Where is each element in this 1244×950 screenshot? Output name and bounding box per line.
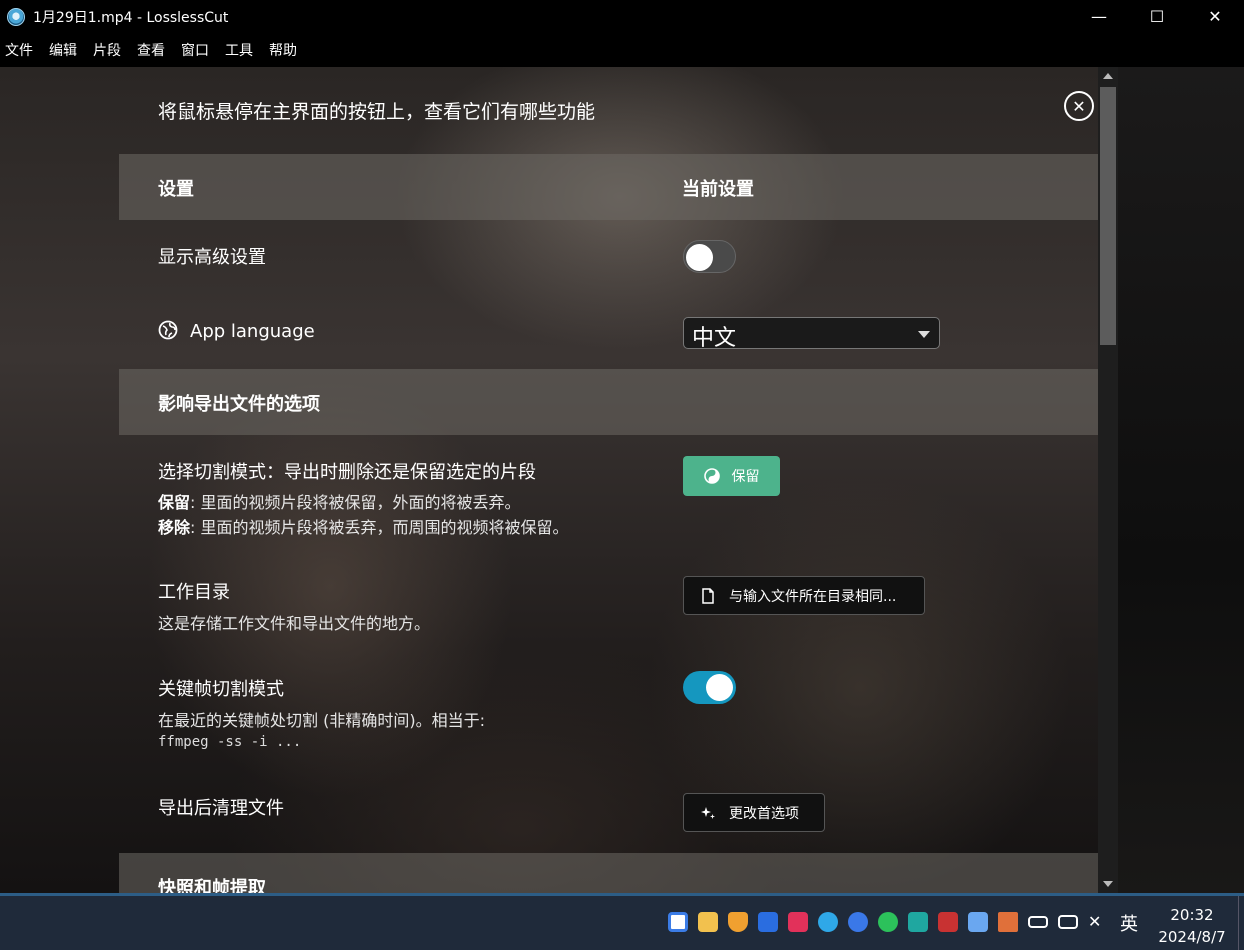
clock-date: 2024/8/7 <box>1158 928 1226 946</box>
show-desktop-button[interactable] <box>1238 896 1244 950</box>
cleanup-files-label: 导出后清理文件 <box>158 798 284 819</box>
speaker-muted-icon[interactable]: ✕ <box>1088 912 1108 932</box>
change-preferences-button[interactable]: 更改首选项 <box>683 793 825 832</box>
keep-button-label: 保留 <box>731 469 760 485</box>
snapshot-section-header: 快照和帧提取 <box>119 853 1098 893</box>
window-title: 1月29日1.mp4 - LosslessCut <box>33 9 229 26</box>
onedrive-tray-icon[interactable] <box>848 912 868 932</box>
cloud-tray-icon[interactable] <box>818 912 838 932</box>
cut-mode-keep-desc: 保留: 里面的视频片段将被保留，外面的将被丢弃。 <box>158 493 521 512</box>
battery-icon[interactable] <box>1028 916 1048 928</box>
clock-time: 20:32 <box>1170 906 1214 924</box>
cut-mode-label: 选择切割模式：导出时删除还是保留选定的片段 <box>158 462 536 483</box>
cloud-sync-tray-icon[interactable] <box>908 912 928 932</box>
bookmark-tray-icon[interactable] <box>788 912 808 932</box>
toggle-knob <box>706 674 733 701</box>
menu-file[interactable]: 文件 <box>5 40 33 60</box>
screen-capture-tray-icon[interactable] <box>938 912 958 932</box>
export-options-header: 影响导出文件的选项 <box>119 369 1098 435</box>
settings-table-header: 设置 当前设置 <box>119 154 1098 220</box>
scrollbar-thumb[interactable] <box>1100 87 1116 345</box>
work-dir-button[interactable]: 与输入文件所在目录相同... <box>683 576 925 615</box>
header-setting: 设置 <box>158 179 194 200</box>
app-language-label: App language <box>190 321 315 342</box>
app-language-row: App language <box>158 320 315 342</box>
volume-app-tray-icon[interactable] <box>998 912 1018 932</box>
settings-panel: 将鼠标悬停在主界面的按钮上，查看它们有哪些功能 ✕ 设置 当前设置 显示高级设置… <box>0 67 1244 893</box>
shield-tray-icon[interactable] <box>728 912 748 932</box>
menu-bar: 文件 编辑 片段 查看 窗口 工具 帮助 <box>0 33 1244 67</box>
language-select-value: 中文 <box>692 326 737 351</box>
keyframe-cut-command: ffmpeg -ss -i ... <box>158 734 302 750</box>
losslesscut-app-icon <box>7 7 25 26</box>
dropbox-tray-icon[interactable] <box>758 912 778 932</box>
network-app-tray-icon[interactable] <box>968 912 988 932</box>
menu-window[interactable]: 窗口 <box>181 40 209 60</box>
advanced-settings-label: 显示高级设置 <box>158 247 266 268</box>
system-tray: ✕ <box>668 912 1118 932</box>
cut-mode-remove-desc: 移除: 里面的视频片段将被丢弃，而周围的视频将被保留。 <box>158 518 569 537</box>
menu-tools[interactable]: 工具 <box>225 40 253 60</box>
scroll-up-arrow[interactable] <box>1103 73 1113 79</box>
ime-indicator[interactable]: 英 <box>1120 910 1138 936</box>
scroll-down-arrow[interactable] <box>1103 881 1113 887</box>
work-dir-button-label: 与输入文件所在目录相同... <box>729 588 897 605</box>
close-settings-button[interactable]: ✕ <box>1064 91 1094 121</box>
change-preferences-label: 更改首选项 <box>729 805 799 822</box>
keyframe-cut-label: 关键帧切割模式 <box>158 679 284 700</box>
work-dir-desc: 这是存储工作文件和导出文件的地方。 <box>158 614 431 633</box>
minimize-button[interactable]: — <box>1070 0 1128 33</box>
menu-segments[interactable]: 片段 <box>93 40 121 60</box>
toggle-knob <box>686 244 713 271</box>
yin-yang-icon <box>703 468 720 484</box>
advanced-settings-toggle[interactable] <box>683 240 736 273</box>
close-window-button[interactable]: ✕ <box>1186 0 1244 33</box>
menu-view[interactable]: 查看 <box>137 40 165 60</box>
window-controls: — ☐ ✕ <box>1070 0 1244 33</box>
close-icon: ✕ <box>1072 96 1086 116</box>
menu-edit[interactable]: 编辑 <box>49 40 77 60</box>
folder-tray-icon[interactable] <box>698 912 718 932</box>
sparkles-icon <box>701 806 715 819</box>
cut-mode-keep-button[interactable]: 保留 <box>683 456 780 496</box>
video-side-area <box>1118 67 1244 893</box>
app-tray-icon[interactable] <box>668 912 688 932</box>
menu-help[interactable]: 帮助 <box>269 40 297 60</box>
taskbar-clock[interactable]: 20:32 2024/8/7 <box>1157 904 1227 948</box>
settings-scrollbar[interactable] <box>1098 67 1118 893</box>
title-bar: 1月29日1.mp4 - LosslessCut — ☐ ✕ <box>0 0 1244 33</box>
header-current-setting: 当前设置 <box>682 179 754 200</box>
keyframe-cut-desc: 在最近的关键帧处切割 (非精确时间)。相当于: <box>158 711 485 730</box>
work-dir-label: 工作目录 <box>158 582 230 603</box>
export-options-title: 影响导出文件的选项 <box>158 394 320 415</box>
language-select[interactable]: 中文 <box>683 317 940 351</box>
snapshot-section-title: 快照和帧提取 <box>158 878 266 893</box>
chevron-down-icon <box>918 331 930 338</box>
globe-icon <box>158 320 178 340</box>
wechat-tray-icon[interactable] <box>878 912 898 932</box>
maximize-button[interactable]: ☐ <box>1128 0 1186 33</box>
settings-hint: 将鼠标悬停在主界面的按钮上，查看它们有哪些功能 <box>158 101 596 123</box>
taskbar: ✕ 英 20:32 2024/8/7 <box>0 893 1244 950</box>
keyframe-cut-toggle[interactable] <box>683 671 736 704</box>
network-icon[interactable] <box>1058 915 1078 929</box>
file-icon <box>702 587 714 604</box>
